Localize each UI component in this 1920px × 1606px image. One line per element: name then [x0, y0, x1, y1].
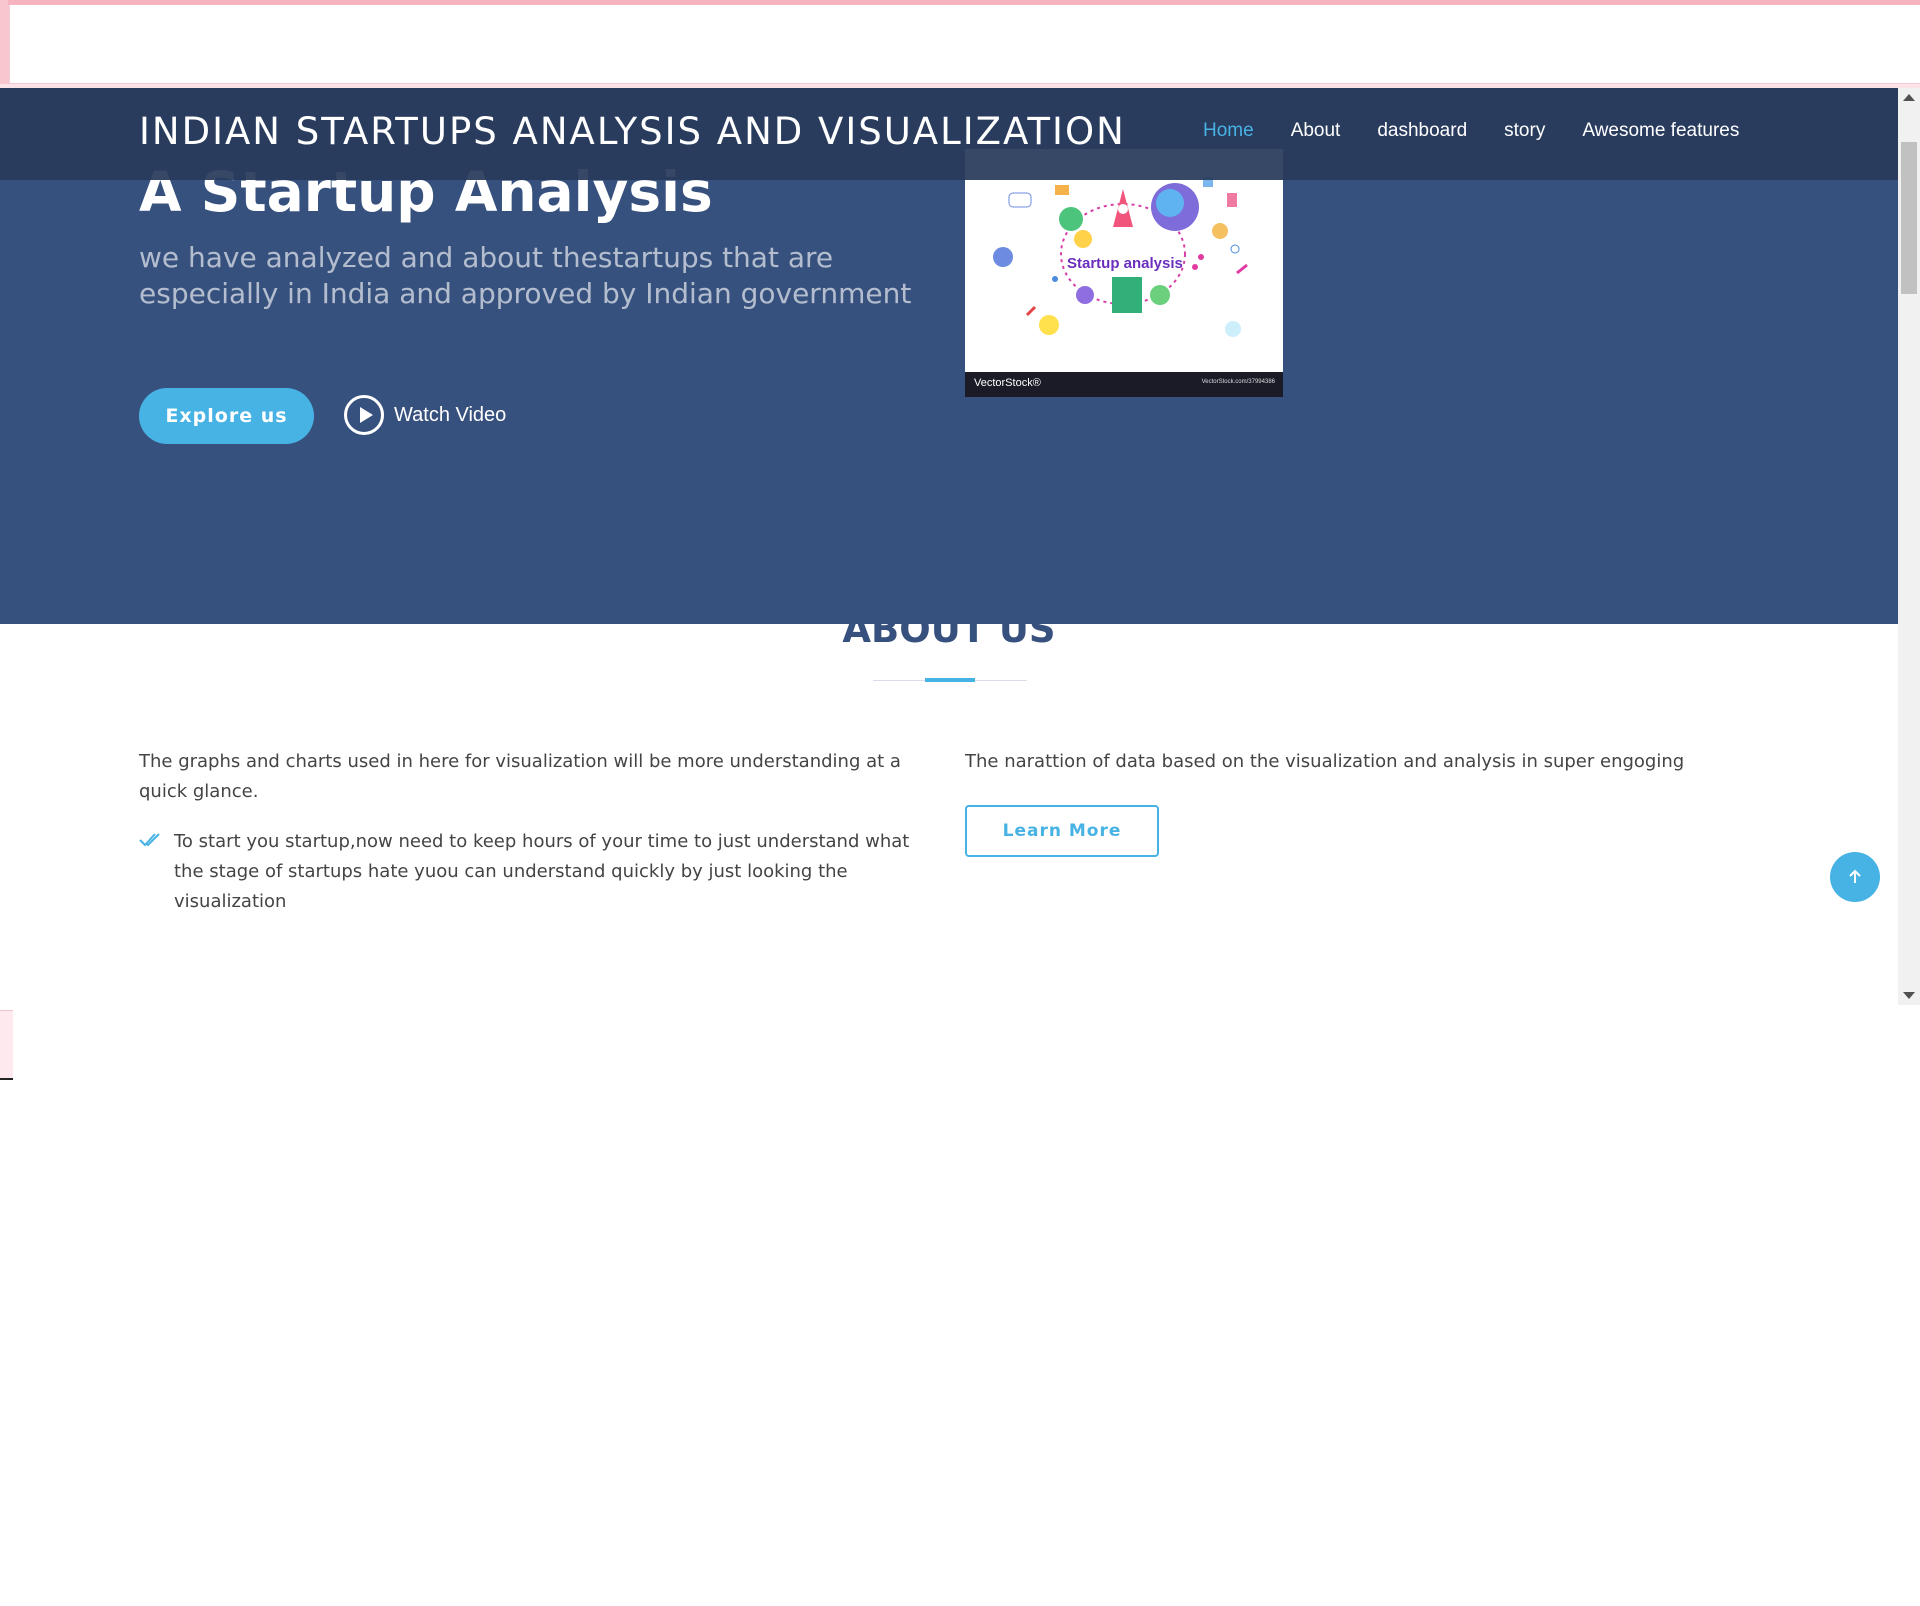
- nav-item-home[interactable]: Home: [1203, 120, 1254, 142]
- arrow-up-icon: [1849, 869, 1861, 883]
- back-to-top-button[interactable]: [1830, 852, 1880, 902]
- list-item-text: To start you startup,now need to keep ho…: [174, 831, 910, 912]
- scrollbar-thumb[interactable]: [1901, 142, 1917, 294]
- nav-item-awesome-features[interactable]: Awesome features: [1582, 120, 1739, 142]
- watch-video-label: Watch Video: [394, 403, 507, 426]
- learn-more-button[interactable]: Learn More: [965, 805, 1159, 857]
- browser-toolbar-area: [8, 5, 1920, 85]
- about-col2-text: The narattion of data based on the visua…: [965, 751, 1685, 772]
- explore-button[interactable]: Explore us: [139, 388, 314, 444]
- watermark-brand: VectorStock®: [974, 377, 1041, 389]
- vectorstock-watermark-bar: VectorStock® VectorStock.com/37994386: [965, 372, 1283, 397]
- browser-bottom-edge: [0, 1010, 13, 1079]
- page-viewport: A Startup Analysis we have analyzed and …: [0, 88, 1920, 1005]
- play-circle-icon: [344, 395, 384, 435]
- hero-subtitle: we have analyzed and about thestartups t…: [139, 241, 912, 310]
- watch-video-link[interactable]: Watch Video: [344, 395, 506, 435]
- site-logo[interactable]: INDIAN STARTUPS ANALYSIS AND VISUALIZATI…: [139, 110, 1126, 153]
- browser-left-edge: [0, 0, 8, 88]
- scroll-down-arrow-icon[interactable]: [1903, 992, 1915, 999]
- scroll-up-arrow-icon[interactable]: [1903, 94, 1915, 101]
- nav-item-dashboard[interactable]: dashboard: [1377, 120, 1467, 142]
- about-col1-text: The graphs and charts used in here for v…: [139, 751, 901, 802]
- main-nav: Home About dashboard story Awesome featu…: [1203, 120, 1739, 142]
- page-scrollbar[interactable]: [1898, 88, 1920, 1005]
- about-section-title: ABOUT US: [842, 608, 1056, 651]
- double-check-icon: [139, 833, 160, 847]
- title-underline-accent: [925, 678, 975, 682]
- illustration-caption: Startup analysis: [1067, 255, 1183, 272]
- list-item: To start you startup,now need to keep ho…: [139, 827, 929, 917]
- watermark-id: VectorStock.com/37994386: [1201, 379, 1275, 385]
- hero-illustration: Startup analysis VectorStock® VectorStoc…: [965, 149, 1283, 397]
- browser-bottom-line: [0, 1078, 13, 1080]
- site-header: INDIAN STARTUPS ANALYSIS AND VISUALIZATI…: [0, 88, 1898, 180]
- nav-item-about[interactable]: About: [1291, 120, 1341, 142]
- nav-item-story[interactable]: story: [1504, 120, 1545, 142]
